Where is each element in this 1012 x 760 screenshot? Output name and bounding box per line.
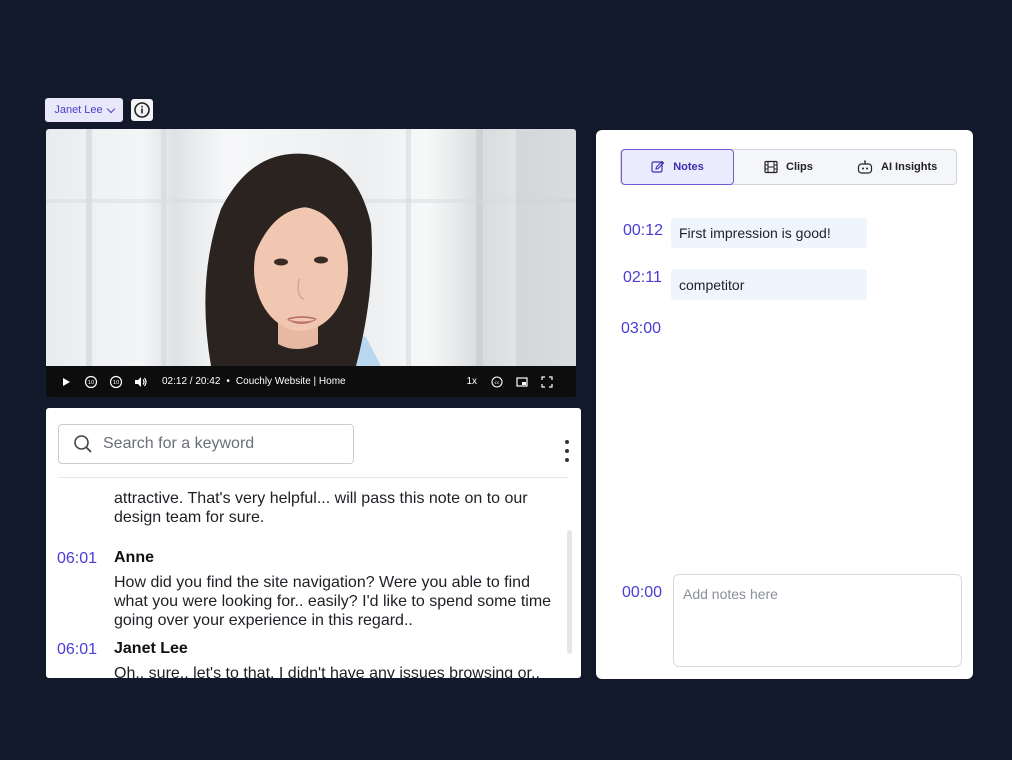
- note-timestamp[interactable]: 02:11: [623, 269, 662, 287]
- svg-text:10: 10: [88, 380, 94, 386]
- note-timestamp[interactable]: 03:00: [621, 320, 661, 338]
- playback-speed-button[interactable]: 1x: [466, 376, 477, 387]
- video-controls: 10 10 02:12 / 20:42 • Couchly Website | …: [46, 366, 576, 397]
- video-source: Couchly Website | Home: [235, 376, 346, 387]
- captions-icon: cc: [491, 375, 503, 388]
- robot-icon: [857, 160, 873, 174]
- search-icon: [74, 435, 92, 453]
- transcript-text: attractive. That's very helpful... will …: [114, 489, 528, 527]
- forward-10-button[interactable]: 10: [108, 374, 124, 390]
- forward-icon: 10: [109, 375, 123, 388]
- tab-ai-insights[interactable]: AI Insights: [857, 150, 937, 184]
- transcript-line: How did you find the site navigation? We…: [114, 574, 530, 591]
- separator-dot: •: [226, 376, 230, 387]
- transcript-line: what you were looking for.. easily? I'd …: [114, 593, 552, 610]
- transcript-line: Oh.. sure.. let's to that. I didn't have…: [114, 665, 540, 678]
- note-item[interactable]: First impression is good!: [671, 218, 867, 248]
- more-icon-dot: [565, 440, 569, 444]
- video-player[interactable]: 10 10 02:12 / 20:42 • Couchly Website | …: [46, 129, 576, 397]
- speaker-name: Anne: [114, 549, 154, 566]
- play-icon: [63, 377, 70, 386]
- tab-notes[interactable]: Notes: [621, 149, 734, 185]
- volume-icon: [135, 376, 147, 387]
- new-note-timestamp[interactable]: 00:00: [622, 584, 662, 602]
- transcript-line: design team for sure.: [114, 509, 265, 526]
- scrollbar[interactable]: [567, 530, 572, 654]
- fullscreen-button[interactable]: [539, 374, 555, 390]
- tab-clips[interactable]: Clips: [764, 150, 813, 184]
- more-icon-dot: [565, 458, 569, 462]
- more-icon-dot: [565, 449, 569, 453]
- notes-panel: Notes Clips AI Insights 00:12 First impr…: [596, 130, 973, 679]
- svg-text:10: 10: [113, 380, 119, 386]
- transcript-panel: attractive. That's very helpful... will …: [46, 408, 581, 678]
- play-button[interactable]: [58, 374, 74, 390]
- film-icon: [764, 160, 778, 174]
- info-icon: [134, 102, 150, 118]
- search-box[interactable]: [58, 424, 354, 464]
- fullscreen-icon: [541, 375, 553, 388]
- duration: 20:42: [195, 376, 221, 387]
- participant-dropdown[interactable]: Janet Lee: [45, 98, 123, 122]
- volume-button[interactable]: [133, 374, 149, 390]
- search-input[interactable]: [103, 435, 333, 453]
- rewind-10-button[interactable]: 10: [83, 374, 99, 390]
- svg-text:cc: cc: [495, 381, 500, 386]
- note-timestamp[interactable]: 00:12: [623, 222, 663, 240]
- more-options-button[interactable]: [564, 440, 570, 462]
- participant-video-image: [46, 129, 576, 366]
- video-time: 02:12 / 20:42: [162, 376, 221, 387]
- transcript-timestamp[interactable]: 06:01: [57, 641, 97, 659]
- video-frame[interactable]: [46, 129, 576, 366]
- info-button[interactable]: [131, 99, 153, 121]
- captions-button[interactable]: cc: [489, 374, 505, 390]
- picture-in-picture-icon: [516, 376, 528, 387]
- current-time: 02:12: [162, 376, 188, 387]
- tab-label: Notes: [673, 161, 704, 173]
- rewind-icon: 10: [84, 375, 98, 388]
- transcript-line: attractive. That's very helpful... will …: [114, 490, 528, 507]
- transcript-text: How did you find the site navigation? We…: [114, 573, 551, 630]
- speaker-name: Janet Lee: [114, 640, 188, 657]
- edit-icon: [651, 160, 665, 173]
- transcript-text: Oh.. sure.. let's to that. I didn't have…: [114, 664, 540, 678]
- participant-name: Janet Lee: [54, 104, 103, 116]
- chevron-down-icon: [106, 104, 115, 113]
- transcript-line: going over your experience in this regar…: [114, 612, 413, 629]
- transcript-list: attractive. That's very helpful... will …: [46, 478, 581, 678]
- note-item[interactable]: competitor: [671, 269, 867, 300]
- note-input[interactable]: [673, 574, 962, 667]
- tab-bar: Notes Clips AI Insights: [620, 149, 957, 185]
- transcript-timestamp[interactable]: 06:01: [57, 550, 97, 568]
- tab-label: AI Insights: [881, 161, 938, 173]
- tab-label: Clips: [786, 161, 813, 173]
- picture-in-picture-button[interactable]: [514, 374, 530, 390]
